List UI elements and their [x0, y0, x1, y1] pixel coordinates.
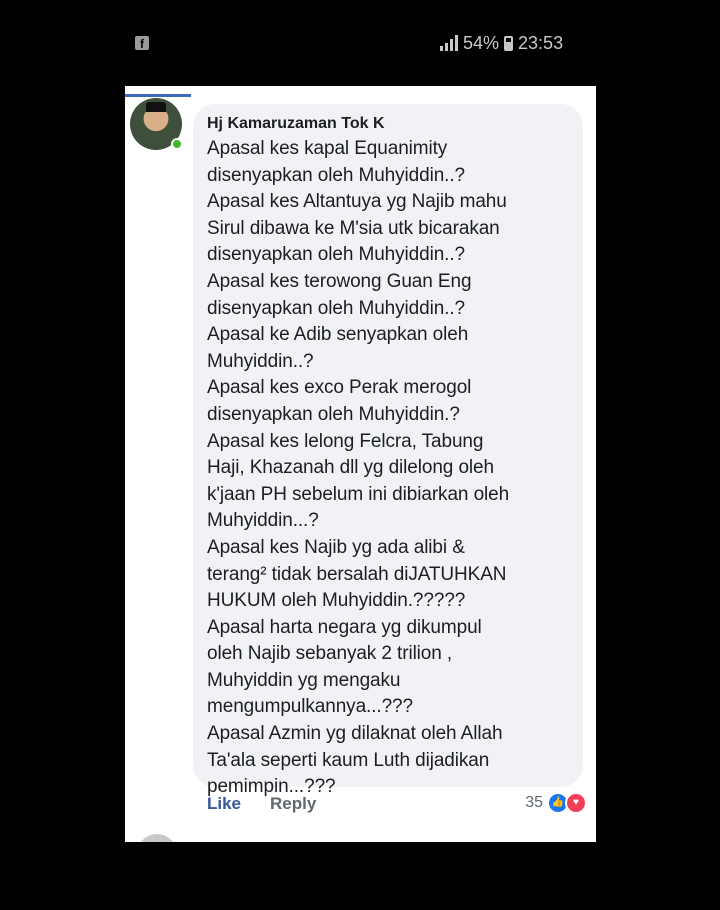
status-bar: f 54% 23:53	[0, 0, 720, 86]
comment-card: Hj Kamaruzaman Tok K Apasal kes kapal Eq…	[125, 86, 596, 842]
online-status-icon	[171, 138, 183, 150]
battery-percent: 54%	[463, 32, 500, 53]
signal-bars-icon	[440, 35, 458, 51]
reply-button[interactable]: Reply	[270, 794, 316, 814]
card-top-accent	[125, 94, 191, 97]
comment-actions: Like Reply 35 👍 ♥	[207, 792, 587, 820]
next-comment-avatar[interactable]	[137, 834, 177, 842]
battery-icon	[504, 35, 514, 51]
comment-author[interactable]: Hj Kamaruzaman Tok K	[207, 112, 569, 136]
love-reaction-icon: ♥	[565, 792, 587, 814]
comment-text: Apasal kes kapal Equanimity disenyapkan …	[207, 138, 510, 798]
reaction-count: 35	[525, 794, 543, 811]
avatar-cap	[146, 102, 166, 112]
like-button[interactable]: Like	[207, 794, 241, 814]
comment-bubble: Hj Kamaruzaman Tok K Apasal kes kapal Eq…	[193, 104, 583, 797]
facebook-icon: f	[135, 36, 149, 51]
status-indicators: 54% 23:53	[440, 30, 563, 56]
clock: 23:53	[518, 32, 564, 53]
reactions-summary[interactable]: 35 👍 ♥	[525, 792, 587, 814]
